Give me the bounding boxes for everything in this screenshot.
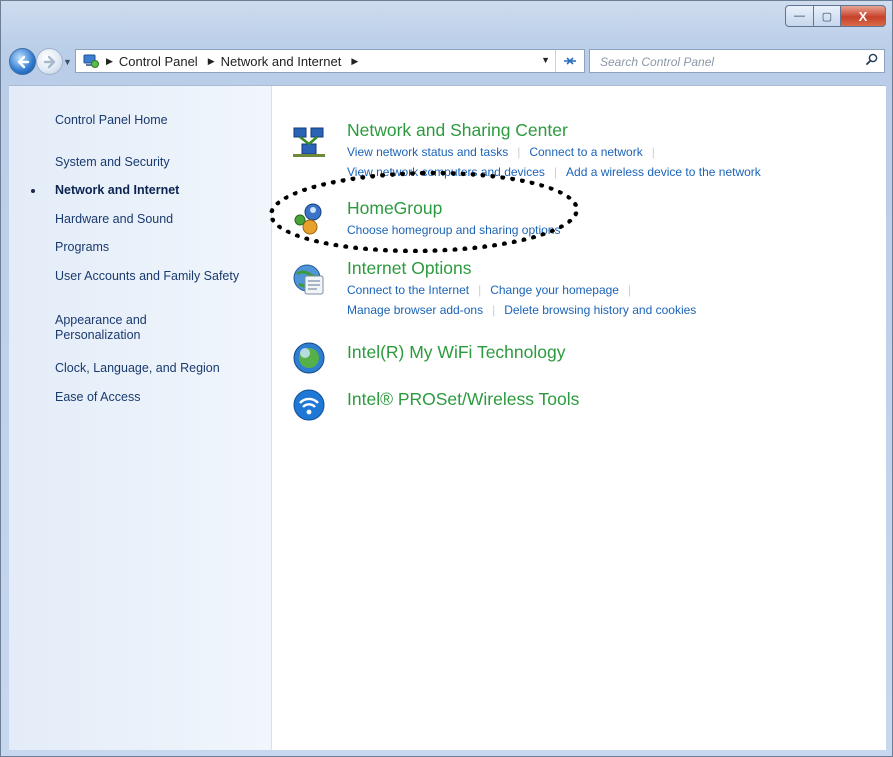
- connect-to-internet-link[interactable]: Connect to the Internet: [347, 283, 469, 297]
- back-arrow-icon: [17, 55, 29, 68]
- link-separator: |: [492, 303, 496, 317]
- back-button[interactable]: [9, 48, 36, 75]
- breadcrumb-chevron-icon[interactable]: ▶: [208, 56, 215, 67]
- internet-options-links-row-2: Manage browser add-ons | Delete browsing h…: [347, 303, 696, 317]
- window-frame: — ▢ X ▼ ▶ Control Panel ▶ Network and In…: [0, 0, 893, 757]
- network-links-row-1: View network status and tasks | Connect to…: [347, 145, 664, 159]
- address-bar[interactable]: ▶ Control Panel ▶ Network and Internet ▶…: [75, 49, 585, 73]
- internet-options-icon: [293, 264, 324, 295]
- breadcrumb-network-and-internet[interactable]: Network and Internet: [221, 54, 342, 69]
- search-box[interactable]: [589, 49, 885, 73]
- minimize-button[interactable]: —: [785, 5, 813, 27]
- search-input[interactable]: [598, 51, 852, 73]
- sidebar-item-user-accounts[interactable]: User Accounts and Family Safety: [55, 269, 240, 284]
- address-dropdown-icon[interactable]: ▼: [541, 55, 550, 65]
- sidebar-item-network-and-internet[interactable]: Network and Internet: [55, 183, 179, 198]
- refresh-button[interactable]: [555, 50, 584, 72]
- search-icon[interactable]: [866, 53, 878, 65]
- forward-arrow-icon: [43, 55, 55, 68]
- link-separator: |: [627, 283, 632, 297]
- sidebar-item-clock-language-region[interactable]: Clock, Language, and Region: [55, 361, 220, 376]
- link-separator: |: [553, 165, 558, 179]
- intel-proset-wireless-title[interactable]: Intel® PROSet/Wireless Tools: [347, 389, 579, 410]
- intel-wifi-icon: [293, 342, 325, 374]
- link-separator: |: [651, 145, 655, 159]
- sidebar-item-system-and-security[interactable]: System and Security: [55, 155, 170, 170]
- maximize-button[interactable]: ▢: [813, 5, 840, 27]
- link-separator: |: [517, 145, 521, 159]
- refresh-icon: [564, 57, 576, 65]
- sidebar-item-hardware-and-sound[interactable]: Hardware and Sound: [55, 212, 173, 227]
- recent-pages-dropdown-icon[interactable]: ▼: [63, 57, 72, 67]
- intel-my-wifi-title[interactable]: Intel(R) My WiFi Technology: [347, 342, 566, 363]
- sidebar: Control Panel Home System and Security N…: [9, 86, 272, 750]
- sidebar-item-control-panel-home[interactable]: Control Panel Home: [55, 113, 168, 128]
- control-panel-icon: [82, 52, 100, 70]
- breadcrumb-chevron-icon[interactable]: ▶: [351, 56, 358, 67]
- close-button[interactable]: X: [840, 5, 886, 27]
- forward-button[interactable]: [36, 48, 63, 75]
- manage-browser-addons-link[interactable]: Manage browser add-ons: [347, 303, 483, 317]
- intel-proset-wireless-icon: [293, 389, 325, 421]
- link-separator: |: [478, 283, 482, 297]
- window-controls: — ▢ X: [785, 5, 886, 27]
- sidebar-item-appearance[interactable]: Appearance and Personalization: [55, 313, 205, 343]
- delete-browsing-history-link[interactable]: Delete browsing history and cookies: [504, 303, 696, 317]
- connect-to-network-link[interactable]: Connect to a network: [529, 145, 642, 159]
- sidebar-item-programs[interactable]: Programs: [55, 240, 109, 255]
- breadcrumb-control-panel[interactable]: Control Panel: [119, 54, 198, 69]
- breadcrumb-root-chevron-icon[interactable]: ▶: [106, 56, 113, 67]
- add-wireless-device-link[interactable]: Add a wireless device to the network: [566, 165, 761, 179]
- network-and-sharing-center-title[interactable]: Network and Sharing Center: [347, 120, 568, 141]
- sidebar-item-ease-of-access[interactable]: Ease of Access: [55, 390, 140, 405]
- navigation-bar: ▼ ▶ Control Panel ▶ Network and Internet…: [7, 45, 887, 77]
- view-network-status-link[interactable]: View network status and tasks: [347, 145, 508, 159]
- internet-options-links-row-1: Connect to the Internet | Change your home…: [347, 283, 640, 297]
- active-bullet-icon: [31, 189, 35, 193]
- internet-options-title[interactable]: Internet Options: [347, 258, 472, 279]
- change-homepage-link[interactable]: Change your homepage: [490, 283, 619, 297]
- network-sharing-icon: [293, 127, 325, 157]
